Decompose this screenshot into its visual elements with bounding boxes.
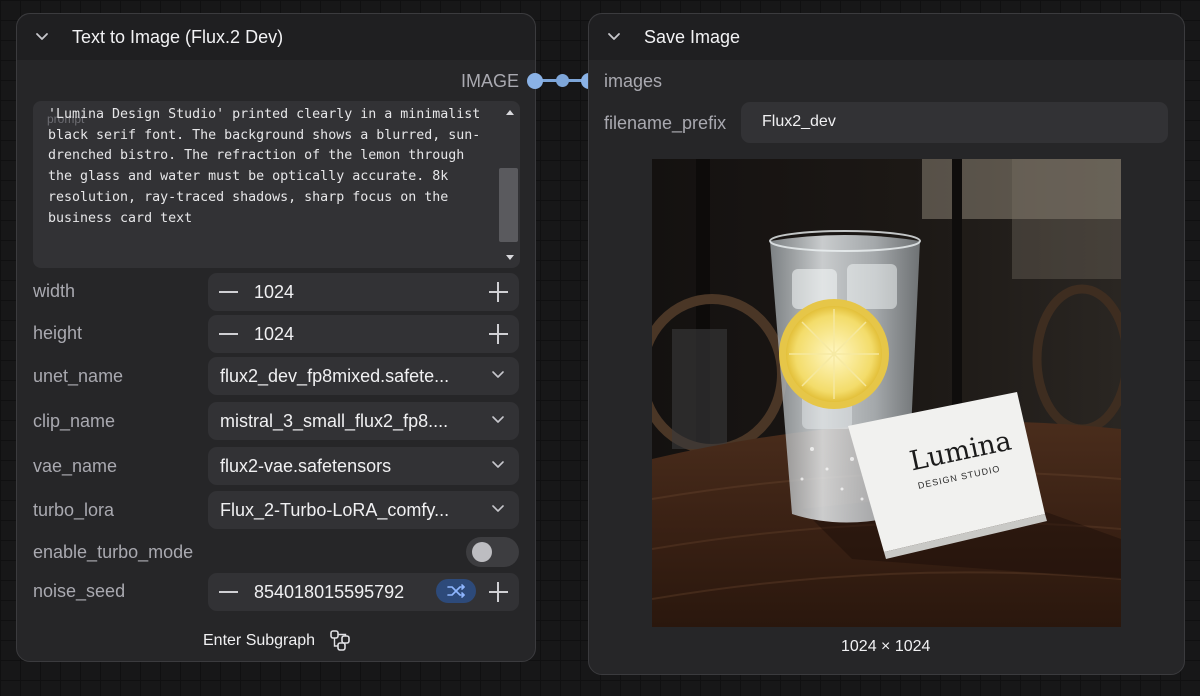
enable-turbo-mode-toggle[interactable] <box>466 537 519 567</box>
clip-name-label: clip_name <box>33 411 116 431</box>
clip-name-select[interactable]: mistral_3_small_flux2_fp8.... <box>208 402 519 440</box>
filename-prefix-input[interactable]: Flux2_dev <box>741 102 1168 143</box>
unet-name-value: flux2_dev_fp8mixed.safete... <box>220 366 450 386</box>
increment-icon-vertical[interactable] <box>497 282 499 302</box>
noise-seed-stepper[interactable]: 854018015595792 <box>208 573 519 611</box>
preview-photo <box>652 159 1121 627</box>
filename-prefix-label: filename_prefix <box>604 113 727 133</box>
width-value[interactable]: 1024 <box>254 282 294 303</box>
increment-icon-vertical[interactable] <box>497 582 499 602</box>
width-label: width <box>33 281 76 301</box>
vae-name-value: flux2-vae.safetensors <box>220 456 392 476</box>
collapse-chevron-icon[interactable] <box>605 28 623 46</box>
height-value[interactable]: 1024 <box>254 324 294 345</box>
width-stepper[interactable]: 1024 <box>208 273 519 311</box>
vae-name-label: vae_name <box>33 456 118 476</box>
height-label: height <box>33 323 83 343</box>
chevron-down-icon <box>492 505 504 512</box>
node-title: Text to Image (Flux.2 Dev) <box>72 27 284 47</box>
link-midpoint[interactable] <box>556 74 569 87</box>
image-dimensions-label: 1024 × 1024 <box>841 638 931 655</box>
scroll-down-arrow-icon[interactable] <box>506 255 514 260</box>
turbo-lora-select[interactable]: Flux_2-Turbo-LoRA_comfy... <box>208 491 519 529</box>
randomize-seed-toggle[interactable] <box>436 579 476 603</box>
filename-prefix-value[interactable]: Flux2_dev <box>762 113 836 131</box>
vae-name-select[interactable]: flux2-vae.safetensors <box>208 447 519 485</box>
decrement-icon[interactable] <box>219 591 238 593</box>
collapse-chevron-icon[interactable] <box>33 28 51 46</box>
enter-subgraph-button[interactable]: Enter Subgraph <box>203 632 315 650</box>
noise-seed-value[interactable]: 854018015595792 <box>254 582 404 603</box>
decrement-icon[interactable] <box>219 291 238 293</box>
noise-seed-label: noise_seed <box>33 581 126 601</box>
shuffle-icon <box>447 584 465 598</box>
clip-name-value: mistral_3_small_flux2_fp8.... <box>220 411 449 431</box>
image-output-label: IMAGE <box>461 71 520 91</box>
decrement-icon[interactable] <box>219 333 238 335</box>
turbo-lora-value: Flux_2-Turbo-LoRA_comfy... <box>220 500 450 520</box>
enable-turbo-mode-label: enable_turbo_mode <box>33 542 194 562</box>
scrollbar-thumb[interactable] <box>499 168 518 242</box>
chevron-down-icon <box>492 371 504 378</box>
chevron-down-icon <box>492 416 504 423</box>
increment-icon-vertical[interactable] <box>497 324 499 344</box>
turbo-lora-label: turbo_lora <box>33 500 115 520</box>
prompt-textarea[interactable]: prompt card leans against the base of th… <box>33 101 520 268</box>
node-header[interactable]: Save Image <box>589 14 1184 60</box>
prompt-text[interactable]: card leans against the base of the glass… <box>48 101 493 230</box>
chevron-down-icon <box>492 461 504 468</box>
preview-image[interactable]: Lumina DESIGN STUDIO <box>652 159 1121 627</box>
image-output-socket[interactable] <box>527 73 543 89</box>
images-input-label: images <box>604 71 663 91</box>
unet-name-select[interactable]: flux2_dev_fp8mixed.safete... <box>208 357 519 395</box>
unet-name-label: unet_name <box>33 366 124 386</box>
scroll-up-arrow-icon[interactable] <box>506 110 514 115</box>
node-title: Save Image <box>644 27 741 47</box>
height-stepper[interactable]: 1024 <box>208 315 519 353</box>
node-header[interactable]: Text to Image (Flux.2 Dev) <box>17 14 535 60</box>
toggle-knob <box>472 542 492 562</box>
subgraph-icon[interactable] <box>329 629 351 651</box>
